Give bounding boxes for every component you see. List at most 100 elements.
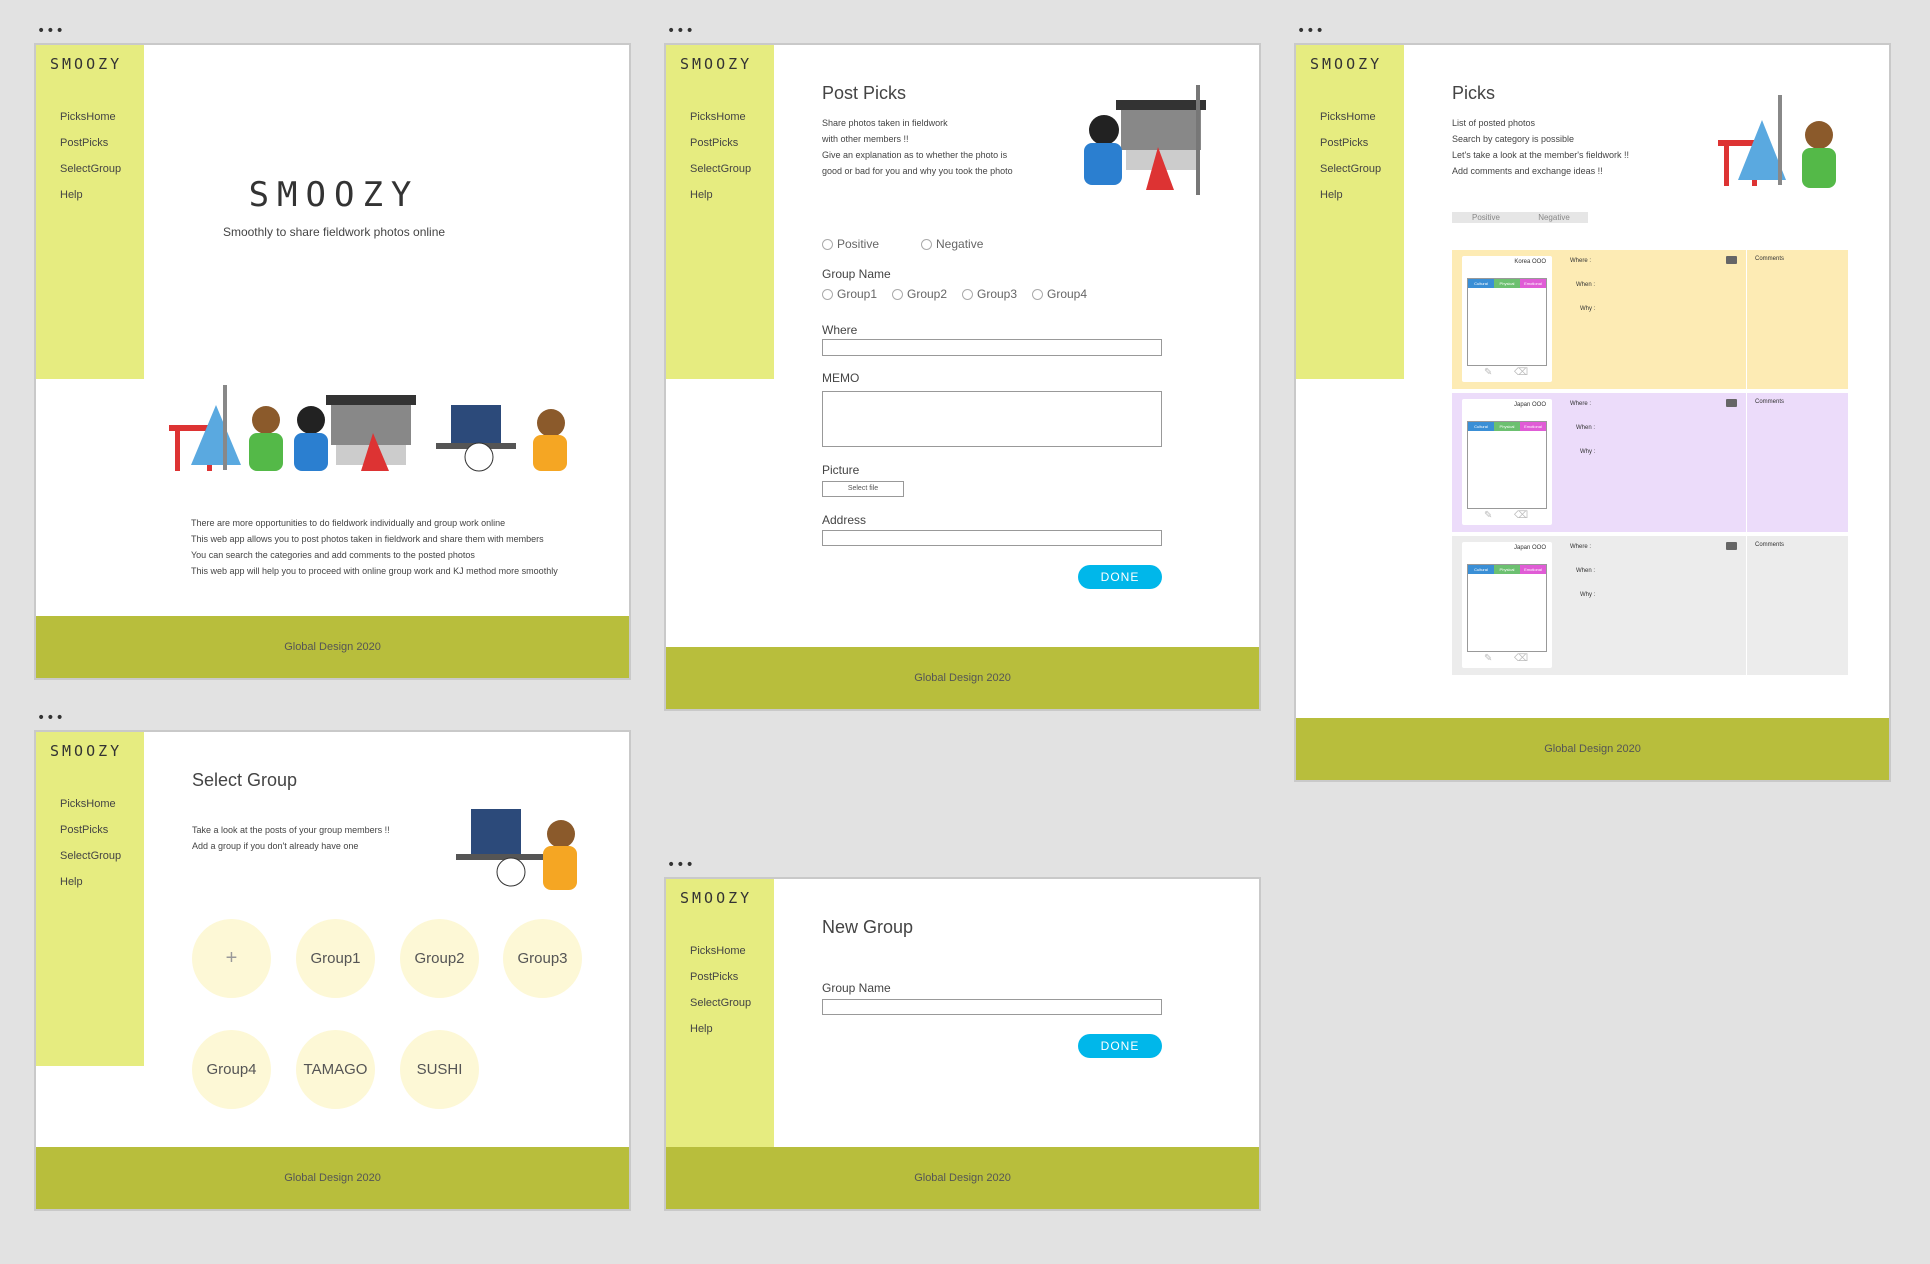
nav-selectgroup[interactable]: SelectGroup bbox=[1320, 161, 1381, 187]
nav-help[interactable]: Help bbox=[1320, 187, 1381, 213]
where-input[interactable] bbox=[822, 339, 1162, 356]
positive-radio[interactable]: Positive bbox=[822, 237, 879, 251]
desc-line: Add a group if you don't already have on… bbox=[192, 841, 359, 851]
group1-radio[interactable]: Group1 bbox=[822, 287, 877, 301]
window-dots[interactable]: ••• bbox=[667, 858, 695, 872]
negative-radio[interactable]: Negative bbox=[921, 237, 983, 251]
nav-postpicks[interactable]: PostPicks bbox=[690, 969, 751, 995]
select-file-button[interactable]: Select file bbox=[822, 481, 904, 497]
group-circle[interactable]: Group4 bbox=[192, 1030, 271, 1109]
memo-textarea[interactable] bbox=[822, 391, 1162, 447]
window-dots[interactable]: ••• bbox=[1297, 24, 1325, 38]
comment-icon[interactable] bbox=[1726, 542, 1737, 550]
desc-line: Share photos taken in fieldwork bbox=[822, 118, 948, 128]
nav-help[interactable]: Help bbox=[60, 187, 121, 213]
where-text: Where : bbox=[1570, 258, 1592, 264]
add-group-button[interactable]: + bbox=[192, 919, 271, 998]
pick-card[interactable]: Japan OOO Cultural Physical Emotional ✎ … bbox=[1452, 536, 1848, 675]
radio-circle-icon bbox=[1032, 288, 1043, 300]
pick-card[interactable]: Korea OOO Cultural Physical Emotional ✎ … bbox=[1452, 250, 1848, 389]
photo-placeholder: Cultural Physical Emotional bbox=[1467, 564, 1547, 652]
nav-postpicks[interactable]: PostPicks bbox=[690, 135, 751, 161]
post-picks-screen: SMOOZY PicksHome PostPicks SelectGroup H… bbox=[664, 43, 1261, 711]
window-dots[interactable]: ••• bbox=[37, 711, 65, 725]
window-dots[interactable]: ••• bbox=[667, 24, 695, 38]
edit-pencil-icon[interactable]: ✎ bbox=[1484, 367, 1492, 378]
radio-circle-icon bbox=[892, 288, 903, 300]
nav-postpicks[interactable]: PostPicks bbox=[1320, 135, 1381, 161]
group-circle[interactable]: SUSHI bbox=[400, 1030, 479, 1109]
nav-selectgroup[interactable]: SelectGroup bbox=[690, 161, 751, 187]
nav-pickshome[interactable]: PicksHome bbox=[60, 796, 121, 822]
where-text: Where : bbox=[1570, 401, 1592, 407]
pick-card[interactable]: Japan OOO Cultural Physical Emotional ✎ … bbox=[1452, 393, 1848, 532]
eraser-icon[interactable]: ⌫ bbox=[1514, 367, 1528, 378]
sidebar: SMOOZY PicksHome PostPicks SelectGroup H… bbox=[36, 45, 144, 379]
group-circle[interactable]: Group2 bbox=[400, 919, 479, 998]
category-tags: Cultural Physical Emotional bbox=[1468, 565, 1546, 574]
group-circle[interactable]: TAMAGO bbox=[296, 1030, 375, 1109]
japan-illustration bbox=[1718, 95, 1836, 188]
travel-illustration bbox=[169, 385, 567, 472]
nav-pickshome[interactable]: PicksHome bbox=[690, 109, 751, 135]
nav-postpicks[interactable]: PostPicks bbox=[60, 822, 121, 848]
desc-line: Give an explanation as to whether the ph… bbox=[822, 150, 1008, 160]
nav-selectgroup[interactable]: SelectGroup bbox=[60, 848, 121, 874]
sidebar: SMOOZY PicksHome PostPicks SelectGroup H… bbox=[36, 732, 144, 1066]
page-title: Post Picks bbox=[822, 83, 907, 103]
filter-negative[interactable]: Negative bbox=[1520, 212, 1588, 223]
edit-pencil-icon[interactable]: ✎ bbox=[1484, 510, 1492, 521]
filter-positive[interactable]: Positive bbox=[1452, 212, 1520, 223]
window-dots[interactable]: ••• bbox=[37, 24, 65, 38]
eraser-icon[interactable]: ⌫ bbox=[1514, 653, 1528, 664]
page-title: Select Group bbox=[192, 770, 298, 790]
done-button[interactable]: DONE bbox=[1078, 1034, 1162, 1058]
country-label: Japan OOO bbox=[1513, 545, 1546, 551]
footer: Global Design 2020 bbox=[36, 616, 629, 678]
eraser-icon[interactable]: ⌫ bbox=[1514, 510, 1528, 521]
nav-selectgroup[interactable]: SelectGroup bbox=[60, 161, 121, 187]
why-text: Why : bbox=[1580, 592, 1596, 598]
when-text: When : bbox=[1576, 425, 1596, 431]
comments-area: Comments bbox=[1746, 250, 1848, 389]
page-title: Picks bbox=[1452, 83, 1496, 103]
photo-frame: Japan OOO Cultural Physical Emotional ✎ … bbox=[1462, 542, 1552, 668]
address-label: Address bbox=[822, 513, 867, 527]
group-circle[interactable]: Group3 bbox=[503, 919, 582, 998]
radio-circle-icon bbox=[962, 288, 973, 300]
done-button[interactable]: DONE bbox=[1078, 565, 1162, 589]
category-filter: Positive Negative bbox=[1452, 212, 1588, 223]
address-input[interactable] bbox=[822, 530, 1162, 546]
nav-help[interactable]: Help bbox=[690, 187, 751, 213]
footer: Global Design 2020 bbox=[666, 647, 1259, 709]
nav-help[interactable]: Help bbox=[690, 1021, 751, 1047]
group-circle[interactable]: Group1 bbox=[296, 919, 375, 998]
desc-line: Search by category is possible bbox=[1452, 134, 1575, 144]
group3-radio[interactable]: Group3 bbox=[962, 287, 1017, 301]
desc-line: This web app allows you to post photos t… bbox=[191, 534, 544, 544]
footer: Global Design 2020 bbox=[36, 1147, 629, 1209]
nav-postpicks[interactable]: PostPicks bbox=[60, 135, 121, 161]
nav-menu: PicksHome PostPicks SelectGroup Help bbox=[690, 109, 751, 213]
comment-icon[interactable] bbox=[1726, 256, 1737, 264]
nav-selectgroup[interactable]: SelectGroup bbox=[690, 995, 751, 1021]
group-name-input[interactable] bbox=[822, 999, 1162, 1015]
desc-line: There are more opportunities to do field… bbox=[191, 518, 506, 528]
edit-pencil-icon[interactable]: ✎ bbox=[1484, 653, 1492, 664]
nav-help[interactable]: Help bbox=[60, 874, 121, 900]
photo-frame: Japan OOO Cultural Physical Emotional ✎ … bbox=[1462, 399, 1552, 525]
where-text: Where : bbox=[1570, 544, 1592, 550]
tag-emotional: Emotional bbox=[1520, 422, 1546, 431]
photo-placeholder: Cultural Physical Emotional bbox=[1467, 421, 1547, 509]
nav-pickshome[interactable]: PicksHome bbox=[690, 943, 751, 969]
new-group-screen: SMOOZY PicksHome PostPicks SelectGroup H… bbox=[664, 877, 1261, 1211]
select-group-screen: SMOOZY PicksHome PostPicks SelectGroup H… bbox=[34, 730, 631, 1211]
desc-line: Add comments and exchange ideas !! bbox=[1452, 166, 1603, 176]
nav-pickshome[interactable]: PicksHome bbox=[1320, 109, 1381, 135]
group4-radio[interactable]: Group4 bbox=[1032, 287, 1087, 301]
comments-label: Comments bbox=[1755, 256, 1785, 262]
group2-radio[interactable]: Group2 bbox=[892, 287, 947, 301]
nav-pickshome[interactable]: PicksHome bbox=[60, 109, 121, 135]
comment-icon[interactable] bbox=[1726, 399, 1737, 407]
desc-line: This web app will help you to proceed wi… bbox=[191, 566, 558, 576]
